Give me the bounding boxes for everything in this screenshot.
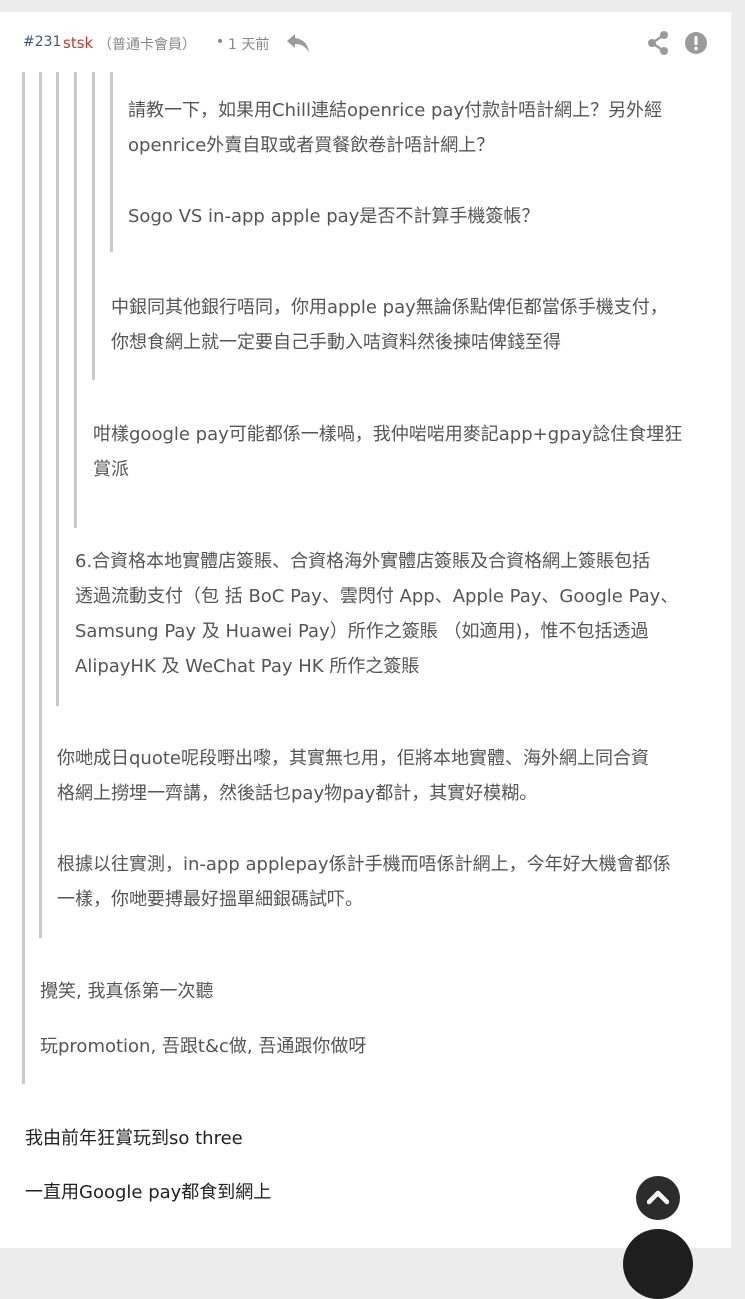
reply-paragraph: 我由前年狂賞玩到so three xyxy=(25,1121,243,1156)
text-line: 格網上撈埋一齊講，然後話乜pay物pay都計，其實好模糊。 xyxy=(57,783,538,804)
quote-paragraph: 玩promotion, 吾跟t&c做, 吾通跟你做呀 xyxy=(40,1029,366,1064)
chevron-up-icon xyxy=(647,1190,669,1205)
quote-bar-level-1 xyxy=(22,72,25,1084)
quote-bar-level-2 xyxy=(39,72,42,938)
username-link[interactable]: stsk xyxy=(63,34,93,52)
member-role: （普通卡會員） xyxy=(98,37,196,53)
post-header: #231 stsk （普通卡會員） • 1 天前 xyxy=(23,30,731,56)
reply-arrow-icon[interactable] xyxy=(285,30,311,56)
share-icon[interactable] xyxy=(646,30,670,56)
text-line: 賞派 xyxy=(93,459,129,480)
text-line: 一樣，你哋要搏最好搵單細銀碼試吓。 xyxy=(57,889,363,910)
quote-paragraph: 你哋成日quote呢段嘢出嚟，其實無乜用，佢將本地實體、海外網上同合資 格網上撈… xyxy=(57,741,649,811)
quote-paragraph: 請教一下，如果用Chill連結openrice pay付款計唔計網上？另外經 o… xyxy=(128,93,662,163)
post-card: #231 stsk （普通卡會員） • 1 天前 請教一下，如果用Chill連結… xyxy=(0,12,731,1248)
quote-bar-level-5 xyxy=(92,72,95,380)
text-line: 我由前年狂賞玩到so three xyxy=(25,1128,243,1149)
text-line: 咁樣google pay可能都係一樣喎，我仲啱啱用麥記app+gpay諗住食埋狂 xyxy=(93,424,683,445)
text-line: openrice外賣自取或者買餐飲卷計唔計網上？ xyxy=(128,135,495,156)
quote-paragraph: 根據以往實測，in-app applepay係計手機而唔係計網上，今年好大機會都… xyxy=(57,847,671,917)
text-line: AlipayHK 及 WeChat Pay HK 所作之簽賬 xyxy=(75,656,420,677)
text-line: 透過流動支付（包 括 BoC Pay、雲閃付 App、Apple Pay、Goo… xyxy=(75,586,679,607)
quote-bar-level-3 xyxy=(56,72,59,706)
quote-paragraph: Sogo VS in-app apple pay是否不計算手機簽帳？ xyxy=(128,199,539,234)
text-line: 請教一下，如果用Chill連結openrice pay付款計唔計網上？另外經 xyxy=(128,100,663,121)
quote-paragraph: 咁樣google pay可能都係一樣喎，我仲啱啱用麥記app+gpay諗住食埋狂… xyxy=(93,417,682,487)
text-line: 6.合資格本地實體店簽賬、合資格海外實體店簽賬及合資格網上簽賬包括 xyxy=(75,551,651,572)
text-line: Samsung Pay 及 Huawei Pay）所作之簽賬 （如適用)，惟不包… xyxy=(75,621,649,642)
separator-dot: • xyxy=(216,34,225,50)
text-line: 攪笑, 我真係第一次聽 xyxy=(40,981,214,1002)
quote-bar-level-6 xyxy=(110,72,113,252)
exclamation-icon[interactable] xyxy=(684,31,708,55)
quote-paragraph: 中銀同其他銀行唔同，你用apple pay無論係點俾佢都當係手機支付， 你想食網… xyxy=(111,290,668,360)
post-time: 1 天前 xyxy=(228,37,270,53)
text-line: 中銀同其他銀行唔同，你用apple pay無論係點俾佢都當係手機支付， xyxy=(111,297,668,318)
reply-paragraph: 一直用Google pay都食到網上 xyxy=(25,1175,271,1210)
text-line: Sogo VS in-app apple pay是否不計算手機簽帳？ xyxy=(128,206,540,227)
floating-action-button[interactable] xyxy=(623,1229,693,1299)
text-line: 玩promotion, 吾跟t&c做, 吾通跟你做呀 xyxy=(40,1036,367,1057)
text-line: 一直用Google pay都食到網上 xyxy=(25,1182,272,1203)
quote-bar-level-4 xyxy=(74,72,77,528)
scroll-to-top-button[interactable] xyxy=(636,1176,680,1220)
post-number[interactable]: #231 xyxy=(23,34,61,50)
quote-paragraph: 攪笑, 我真係第一次聽 xyxy=(40,974,213,1009)
quote-paragraph: 6.合資格本地實體店簽賬、合資格海外實體店簽賬及合資格網上簽賬包括 透過流動支付… xyxy=(75,544,678,684)
text-line: 你想食網上就一定要自己手動入咭資料然後揀咭俾錢至得 xyxy=(111,332,561,353)
text-line: 根據以往實測，in-app applepay係計手機而唔係計網上，今年好大機會都… xyxy=(57,854,671,875)
text-line: 你哋成日quote呢段嘢出嚟，其實無乜用，佢將本地實體、海外網上同合資 xyxy=(57,748,649,769)
